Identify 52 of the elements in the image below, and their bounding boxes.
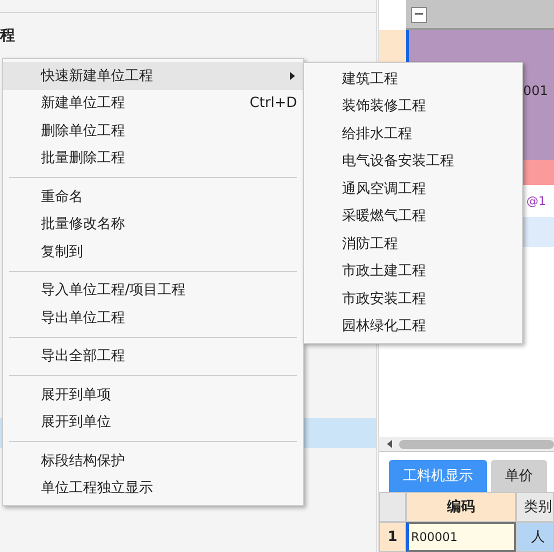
menu-item[interactable]: 展开到单项 — [3, 381, 303, 408]
menu-item[interactable]: 园林绿化工程 — [304, 312, 522, 340]
menu-item[interactable]: 市政土建工程 — [304, 258, 522, 285]
menu-item-label: 快速新建单位工程 — [41, 66, 153, 85]
menu-item[interactable]: 采暖燃气工程 — [304, 202, 522, 230]
menu-item-label: 重命名 — [41, 188, 83, 206]
menu-item[interactable]: 删除单位工程 — [3, 117, 303, 144]
grid-cell-text: 001 — [523, 84, 548, 99]
menu-item[interactable]: 快速新建单位工程 — [3, 62, 303, 90]
menu-item[interactable]: 通风空调工程 — [304, 175, 522, 202]
menu-item[interactable]: 装饰装修工程 — [304, 92, 522, 120]
menu-item-label: 展开到单位 — [41, 413, 111, 432]
collapse-button[interactable]: − — [411, 7, 427, 23]
table-cell: R00001 — [406, 522, 516, 552]
horizontal-scrollbar[interactable] — [379, 437, 554, 452]
scroll-left-icon[interactable] — [387, 440, 393, 448]
menu-item[interactable]: 单位工程独立显示 — [3, 474, 303, 502]
menu-item-label: 批量删除工程 — [41, 149, 125, 168]
menu-item-label: 删除单位工程 — [41, 122, 125, 140]
grid-cell-text: @1 — [526, 194, 546, 208]
menu-item[interactable]: 标段结构保护 — [3, 447, 303, 474]
menu-item[interactable]: 新建单位工程 Ctrl+D — [3, 90, 303, 117]
scrollbar-thumb[interactable] — [399, 440, 554, 448]
menu-item-label: 批量修改名称 — [41, 215, 125, 234]
menu-item-label: 新建单位工程 — [41, 94, 125, 112]
menu-item[interactable]: 导出单位工程 — [3, 304, 303, 332]
panel-title: 程 — [0, 26, 16, 45]
menu-item-label: 标段结构保护 — [41, 452, 125, 470]
table-cell: 人 — [516, 522, 554, 552]
row-number: 1 — [379, 522, 406, 552]
menu-item-label: 复制到 — [41, 242, 83, 261]
menu-item-label: 导出单位工程 — [41, 308, 125, 327]
tab[interactable]: 单价 — [491, 460, 547, 492]
column-header: 类别 — [516, 492, 554, 522]
menu-item[interactable]: 展开到单位 — [3, 408, 303, 436]
menu-item[interactable]: 电气设备安装工程 — [304, 148, 522, 175]
shortcut-label: Ctrl+D — [250, 95, 297, 112]
menu-item[interactable]: 建筑工程 — [304, 65, 522, 92]
menu-item[interactable]: 复制到 — [3, 238, 303, 266]
menu-item[interactable]: 批量修改名称 — [3, 210, 303, 238]
menu-item[interactable]: 批量删除工程 — [3, 144, 303, 172]
menu-item-label: 导出全部工程 — [41, 347, 125, 366]
menu-item[interactable]: 导入单位工程/项目工程 — [3, 276, 303, 304]
menu-item[interactable]: 市政安装工程 — [304, 285, 522, 312]
menu-item-label: 导入单位工程/项目工程 — [41, 281, 186, 300]
menu-item[interactable]: 给排水工程 — [304, 120, 522, 148]
menu-item-label: 单位工程独立显示 — [41, 479, 153, 498]
column-header: 编码 — [406, 492, 516, 522]
menu-item[interactable]: 消防工程 — [304, 230, 522, 258]
menu-item[interactable]: 重命名 — [3, 183, 303, 210]
menu-item[interactable]: 导出全部工程 — [3, 342, 303, 370]
menu-item-label: 展开到单项 — [41, 386, 111, 404]
